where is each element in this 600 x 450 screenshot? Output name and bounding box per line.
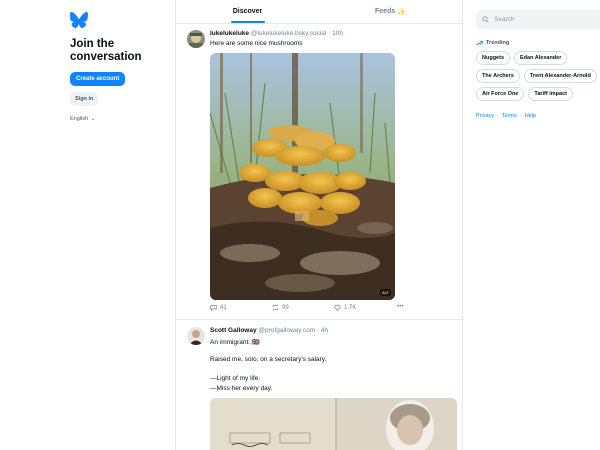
post-actions: 41 99 1.7K ••• (210, 304, 410, 314)
reply-icon (210, 305, 217, 311)
trending-chip[interactable]: Trent Alexander-Arnold (523, 69, 597, 83)
post-header: Scott Galloway @profgalloway.com · 4h (210, 327, 329, 334)
post-time[interactable]: 10h (332, 30, 343, 37)
tab-discover[interactable]: Discover (176, 0, 319, 23)
main-feed: Discover Feeds ✨ lukelukeluke @lukelukel… (175, 0, 464, 450)
reply-button[interactable]: 41 (210, 304, 227, 311)
language-label: English (70, 116, 89, 122)
search-icon (482, 16, 489, 23)
like-count: 1.7K (344, 304, 357, 311)
post-header: lukelukeluke @lukelukeluke.bsky.social ·… (210, 30, 343, 37)
left-sidebar: Join the conversation Create account Sig… (70, 12, 175, 122)
trending-chip[interactable]: Tariff impact (528, 87, 573, 101)
post-text-line: An immigrant. 🇬🇧 (210, 339, 260, 346)
post-author[interactable]: Scott Galloway (210, 327, 257, 334)
repost-icon (272, 304, 279, 311)
privacy-link[interactable]: Privacy (476, 113, 494, 119)
post-author[interactable]: lukelukeluke (210, 30, 249, 37)
footer-links: Privacy · Terms · Help (476, 113, 537, 119)
search-input[interactable] (494, 16, 584, 23)
trending-arrow-icon (476, 41, 483, 46)
trending-label: Trending (486, 40, 510, 46)
trending-chip[interactable]: Nuggets (476, 51, 510, 65)
post-image-document[interactable] (210, 398, 457, 450)
post-time[interactable]: 4h (321, 327, 328, 334)
trending-chip[interactable]: Edan Alexander (514, 51, 568, 65)
more-dots-icon: ••• (397, 304, 404, 310)
post-text-line: —Miss her every day. (210, 385, 273, 392)
avatar[interactable] (187, 327, 205, 345)
chevron-down-icon: ⌄ (91, 116, 96, 122)
search-bar[interactable] (476, 10, 600, 29)
post-divider (176, 319, 464, 320)
bluesky-butterfly-icon[interactable] (70, 12, 88, 28)
trending-chip[interactable]: The Archers (476, 69, 520, 83)
join-title: Join the conversation (70, 38, 142, 63)
more-options-button[interactable]: ••• (397, 304, 403, 310)
alt-badge[interactable]: ALT (379, 289, 391, 296)
heart-icon (334, 304, 341, 311)
post-image-mushrooms[interactable]: ALT (210, 53, 395, 300)
trending-chip[interactable]: Air Force One (476, 87, 525, 101)
post-handle[interactable]: @lukelukeluke.bsky.social (251, 30, 326, 37)
tab-feeds-label: Feeds (375, 8, 396, 15)
trending-header: Trending (476, 40, 600, 46)
repost-button[interactable]: 99 (272, 304, 289, 311)
avatar[interactable] (187, 30, 205, 48)
reply-count: 41 (220, 304, 227, 311)
help-link[interactable]: Help (525, 113, 536, 119)
sparkle-icon: ✨ (397, 8, 406, 16)
tab-discover-label: Discover (232, 8, 263, 15)
sign-in-button[interactable]: Sign in (70, 92, 99, 106)
feed-tabs: Discover Feeds ✨ (176, 0, 462, 24)
create-account-button[interactable]: Create account (70, 72, 126, 86)
trending-list: Nuggets Edan Alexander The Archers Trent… (476, 51, 600, 101)
like-button[interactable]: 1.7K (334, 304, 356, 311)
post-handle[interactable]: @profgalloway.com (258, 327, 315, 334)
terms-link[interactable]: Terms (502, 113, 517, 119)
language-select[interactable]: English ⌄ (70, 116, 175, 122)
repost-count: 99 (282, 304, 289, 311)
tab-feeds[interactable]: Feeds ✨ (319, 0, 462, 23)
post-text-line: Raised me, solo, on a secretary's salary… (210, 356, 327, 363)
right-sidebar: Trending Nuggets Edan Alexander The Arch… (476, 10, 600, 119)
post-text: Here are some nice mushrooms (210, 40, 303, 47)
post-text-line: —Light of my life. (210, 375, 261, 382)
